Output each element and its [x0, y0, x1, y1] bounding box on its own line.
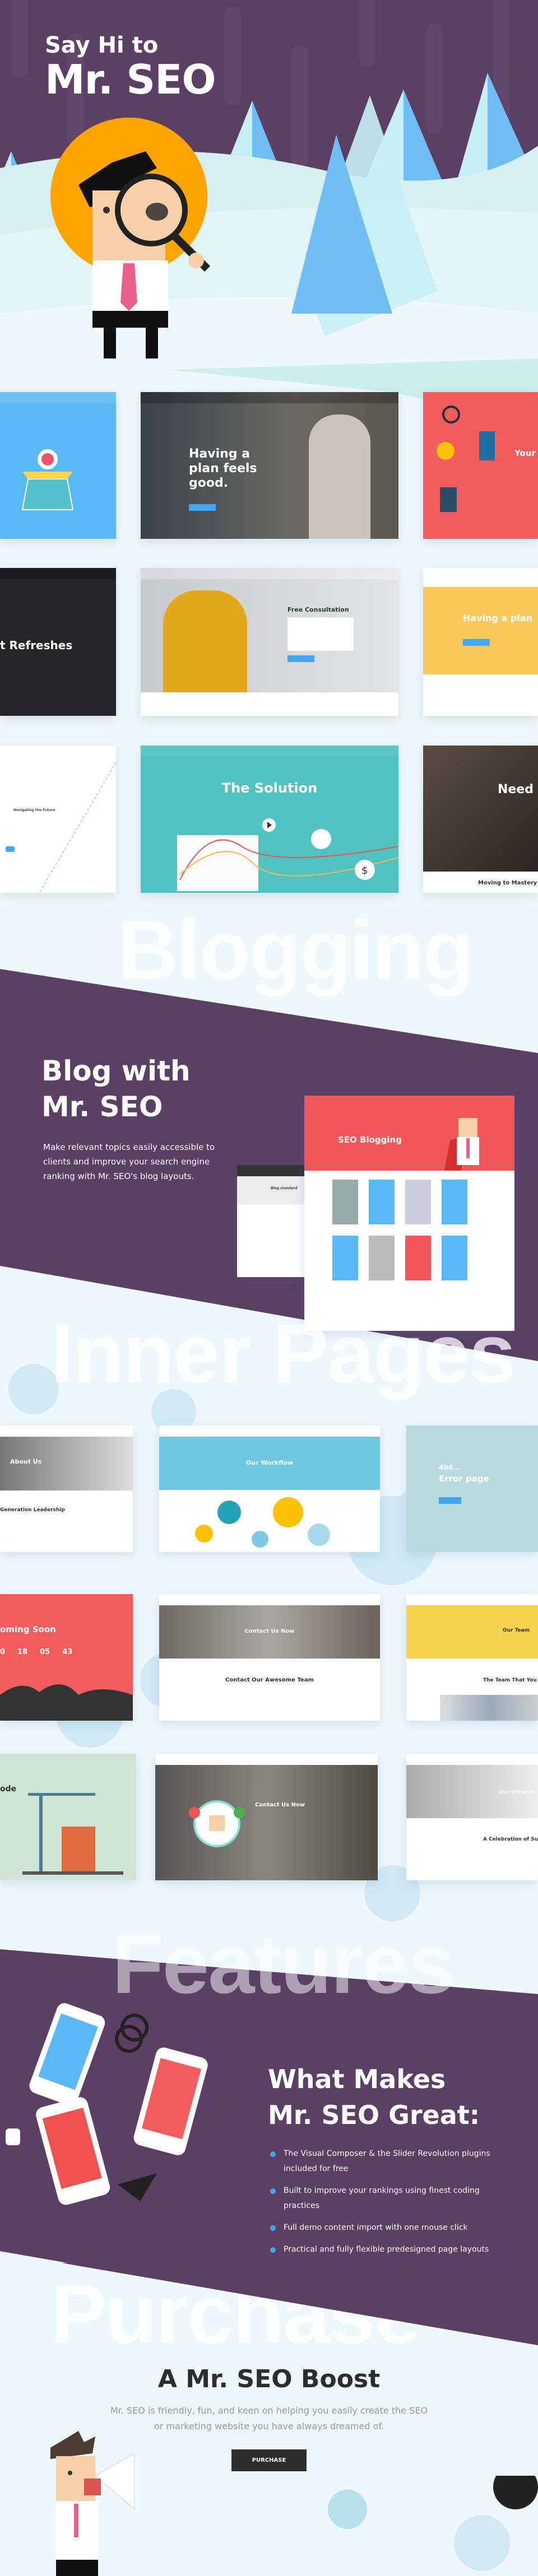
construction-illustration — [22, 1793, 123, 1875]
inner-title: Our Services — [499, 1790, 535, 1795]
inner-page-thumbnail[interactable]: Contact Us Now Contact Our Awesome Team — [159, 1594, 380, 1721]
features-title-line1: What Makes — [268, 2064, 446, 2094]
bullet-icon — [270, 2188, 276, 2194]
consult-form — [287, 617, 354, 651]
clouds-illustration — [0, 1684, 133, 1721]
demo-title: Free Consultation — [287, 606, 349, 613]
inner-title: oming Soon — [0, 1624, 56, 1634]
countdown-seconds: 43 — [62, 1648, 73, 1656]
demo-thumbnail[interactable]: t Refreshes — [0, 568, 116, 716]
bullet-icon — [270, 2151, 276, 2157]
inner-subtitle: The Team That You — [483, 1678, 537, 1683]
demo-title: Need a — [498, 782, 538, 796]
blog-title-line2: Mr. SEO — [41, 1091, 163, 1123]
demo-cta — [189, 504, 216, 511]
inner-page-thumbnail[interactable]: oming Soon 0 18 05 43 — [0, 1594, 133, 1721]
demo-title: Having a plan — [463, 613, 533, 623]
demo-thumbnail[interactable]: Having a plan feels good. — [141, 392, 398, 539]
purchase-button[interactable]: PURCHASE — [231, 2449, 307, 2471]
blog-side-title: Blog standard — [271, 1186, 298, 1190]
blog-title: Blog with Mr. SEO — [41, 1053, 191, 1125]
inner-title: About Us — [10, 1458, 42, 1465]
inner-title: Our Workflow — [245, 1459, 294, 1466]
inner-subtitle: Contact Our Awesome Team — [225, 1677, 314, 1683]
blog-title-line1: Blog with — [41, 1055, 191, 1087]
countdown: 0 18 05 43 — [0, 1648, 72, 1656]
bullet-icon — [270, 2225, 276, 2231]
inner-title: Contact Us Now — [244, 1628, 295, 1634]
features-title: What Makes Mr. SEO Great: — [268, 2061, 480, 2133]
demo-title: Navigating the Future — [13, 808, 55, 812]
feature-text: Built to improve your rankings using fin… — [284, 2186, 480, 2210]
photo-woman — [163, 590, 247, 692]
megaphone-mascot-icon — [50, 2431, 135, 2576]
feature-text: The Visual Composer & the Slider Revolut… — [284, 2149, 490, 2173]
gift-box-icon — [21, 449, 74, 510]
devices-illustration — [437, 406, 495, 512]
photo-people — [309, 414, 370, 539]
feature-text: Full demo content import with one mouse … — [284, 2223, 468, 2232]
inner-title: Contact Us Now — [255, 1802, 305, 1808]
demo-thumbnail[interactable]: The Solution $ — [141, 746, 398, 893]
superhero-mascot-icon — [444, 1118, 479, 1171]
demo-thumbnail[interactable]: Free Consultation — [141, 568, 398, 716]
demo-thumbnail[interactable] — [0, 392, 116, 539]
svg-text:$: $ — [361, 865, 368, 877]
demo-cta — [287, 655, 314, 662]
inner-page-thumbnail[interactable]: About Us Generation Leadership — [0, 1426, 133, 1552]
feature-item: The Visual Composer & the Slider Revolut… — [270, 2146, 505, 2177]
magnifier-mascot-icon — [50, 118, 210, 358]
inner-page-thumbnail[interactable]: Our Services A Celebration of Su — [406, 1754, 538, 1880]
inner-subtitle: Error page — [439, 1474, 489, 1484]
demo-title: The Solution — [221, 780, 318, 796]
inner-title: 404... — [439, 1464, 461, 1471]
inner-subtitle: Generation Leadership — [0, 1507, 65, 1513]
phones-illustration — [6, 2003, 208, 2205]
clouds-illustration — [328, 2476, 538, 2571]
seo-blogging-screenshot: SEO Blogging — [304, 1096, 514, 1331]
workflow-steps — [195, 1497, 330, 1548]
blog-main-title: SEO Blogging — [338, 1135, 402, 1145]
blog-watermark: Blogging — [118, 903, 474, 997]
inner-page-thumbnail[interactable]: Our Workflow — [159, 1426, 380, 1552]
feature-item: Built to improve your rankings using fin… — [270, 2183, 505, 2214]
demo-title: t Refreshes — [0, 639, 73, 652]
demo-thumbnail[interactable]: Having a plan — [423, 568, 538, 716]
solution-illustration: $ — [177, 818, 398, 891]
demo-thumbnail[interactable]: Your — [423, 392, 538, 539]
features-list: The Visual Composer & the Slider Revolut… — [270, 2146, 505, 2257]
inner-title: ode — [0, 1785, 17, 1794]
inner-page-thumbnail[interactable]: Our Team The Team That You — [406, 1594, 538, 1721]
countdown-hours: 18 — [17, 1648, 28, 1656]
purchase-purple-overlap — [62, 2263, 538, 2345]
demo-cta — [463, 639, 490, 646]
hero-title: Mr. SEO — [45, 56, 216, 103]
support-mascot-icon — [189, 1800, 245, 1847]
feature-item: Full demo content import with one mouse … — [270, 2220, 505, 2235]
inner-page-thumbnail[interactable]: 404... Error page — [406, 1426, 538, 1552]
purchase-title: A Mr. SEO Boost — [157, 2365, 381, 2393]
inner-page-thumbnail[interactable]: Contact Us Now — [155, 1754, 378, 1880]
countdown-minutes: 05 — [40, 1648, 50, 1656]
blog-standard-screenshot: Blog standard — [237, 1165, 307, 1277]
demo-thumbnail[interactable]: Need a Moving to Mastery — [423, 746, 538, 893]
demo-subtitle: Moving to Mastery — [478, 880, 537, 886]
hero-kicker: Say Hi to — [45, 32, 159, 58]
demo-title: Having a plan feels good. — [189, 447, 257, 490]
demo-thumbnail[interactable]: Navigating the Future — [0, 746, 116, 893]
demo-title: Your — [514, 448, 536, 458]
features-title-line2: Mr. SEO Great: — [268, 2100, 480, 2130]
inner-pages-watermark: Inner Pages — [50, 1306, 516, 1400]
blog-description: Make relevant topics easily accessible t… — [43, 1142, 215, 1181]
inner-cta — [439, 1497, 461, 1504]
countdown-days: 0 — [0, 1648, 6, 1656]
inner-title: Our Team — [503, 1628, 530, 1633]
inner-subtitle: A Celebration of Su — [483, 1837, 538, 1842]
inner-page-thumbnail[interactable]: ode — [0, 1754, 136, 1880]
